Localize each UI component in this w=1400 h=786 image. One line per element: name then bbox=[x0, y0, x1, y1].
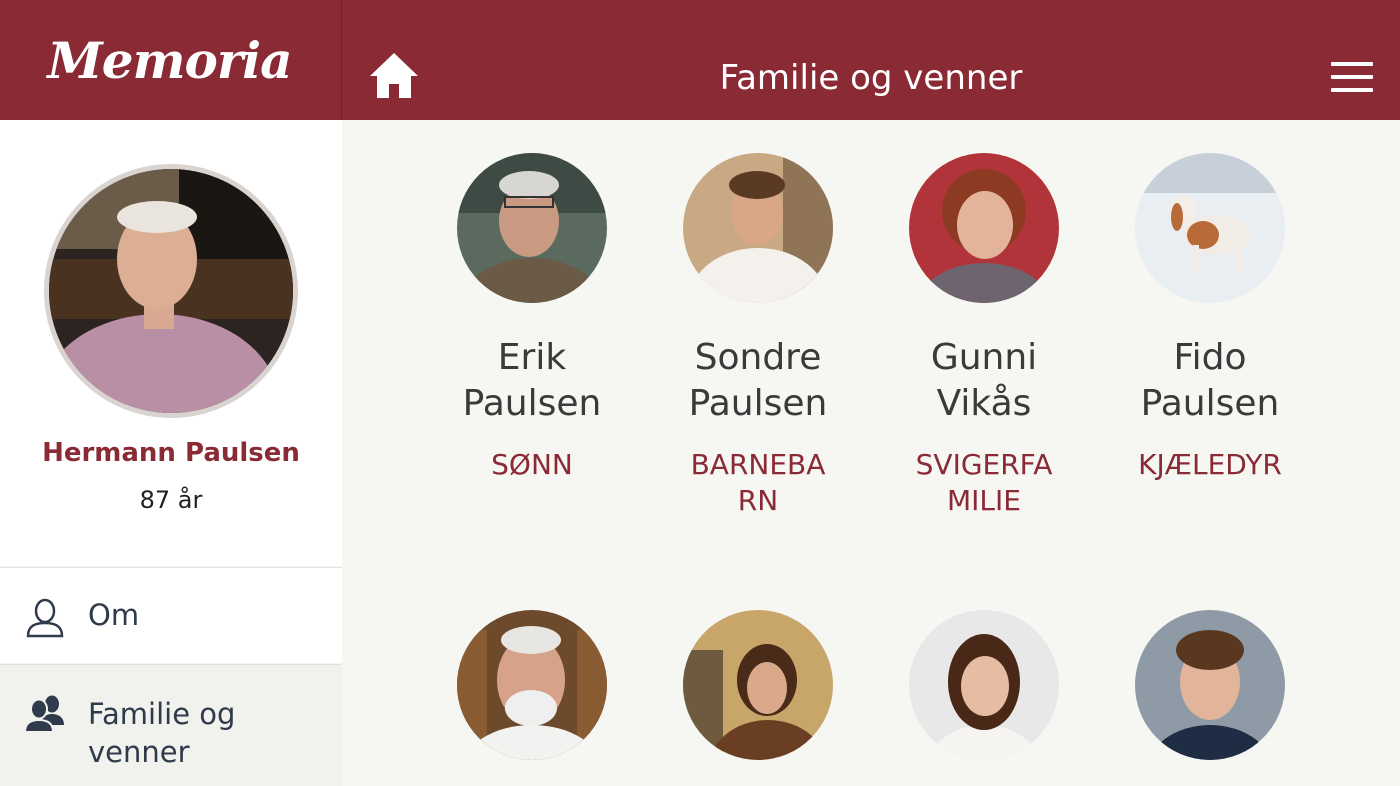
person-first-name: Gunni bbox=[930, 337, 1038, 378]
person-avatar[interactable] bbox=[683, 153, 833, 303]
memoria-logo: Memoria bbox=[47, 30, 292, 90]
person-card[interactable] bbox=[871, 610, 1097, 760]
person-card[interactable]: Sondre Paulsen BARNEBARN bbox=[645, 153, 871, 519]
profile-name: Hermann Paulsen bbox=[42, 438, 300, 468]
person-avatar[interactable] bbox=[457, 610, 607, 760]
profile-age: 87 år bbox=[139, 486, 203, 514]
person-name: Gunni Vikås bbox=[871, 335, 1097, 427]
person-name: Erik Paulsen bbox=[419, 335, 645, 427]
person-last-name: Paulsen bbox=[688, 383, 828, 424]
sidebar-item-label: Om bbox=[88, 598, 140, 632]
hamburger-icon-bar bbox=[1331, 75, 1373, 79]
person-first-name: Erik bbox=[497, 337, 567, 378]
person-icon bbox=[26, 598, 64, 638]
person-photo bbox=[1135, 610, 1285, 760]
menu-button[interactable] bbox=[1331, 62, 1373, 92]
person-card[interactable]: Gunni Vikås SVIGERFAMILIE bbox=[871, 153, 1097, 519]
person-photo bbox=[909, 610, 1059, 760]
profile-photo-image bbox=[49, 169, 293, 413]
person-avatar[interactable] bbox=[1135, 610, 1285, 760]
person-last-name: Paulsen bbox=[462, 383, 602, 424]
person-card[interactable]: Erik Paulsen SØNN bbox=[419, 153, 645, 483]
person-card[interactable] bbox=[645, 610, 871, 760]
person-photo bbox=[909, 153, 1059, 303]
hamburger-icon-bar bbox=[1331, 88, 1373, 92]
page-title: Familie og venner bbox=[719, 58, 1023, 98]
person-relation: SØNN bbox=[491, 448, 573, 481]
profile-card: Hermann Paulsen 87 år bbox=[0, 120, 342, 566]
sidebar: Hermann Paulsen 87 år Om Familie og venn… bbox=[0, 120, 342, 786]
person-relation: SVIGERFAMILIE bbox=[915, 448, 1053, 517]
person-card[interactable] bbox=[1097, 610, 1323, 760]
person-relation: KJÆLEDYR bbox=[1138, 448, 1282, 481]
person-photo bbox=[1135, 153, 1285, 303]
person-first-name: Fido bbox=[1173, 337, 1247, 378]
person-name: Fido Paulsen bbox=[1097, 335, 1323, 427]
person-photo bbox=[457, 153, 607, 303]
person-last-name: Vikås bbox=[936, 383, 1032, 424]
person-photo bbox=[683, 153, 833, 303]
person-relation: BARNEBARN bbox=[690, 448, 826, 517]
person-last-name: Paulsen bbox=[1140, 383, 1280, 424]
sidebar-item-label: Familie og venner bbox=[88, 697, 236, 769]
group-icon bbox=[24, 695, 64, 733]
person-name: Sondre Paulsen bbox=[645, 335, 871, 427]
person-card[interactable]: Fido Paulsen KJÆLEDYR bbox=[1097, 153, 1323, 483]
sidebar-item-om[interactable]: Om bbox=[0, 567, 342, 663]
person-avatar[interactable] bbox=[909, 153, 1059, 303]
person-photo bbox=[457, 610, 607, 760]
person-avatar[interactable] bbox=[909, 610, 1059, 760]
top-bar: Memoria Familie og venner bbox=[0, 0, 1400, 120]
hamburger-icon-bar bbox=[1331, 62, 1373, 66]
person-card[interactable] bbox=[419, 610, 645, 760]
profile-avatar[interactable] bbox=[44, 164, 298, 418]
person-first-name: Sondre bbox=[694, 337, 822, 378]
person-avatar[interactable] bbox=[1135, 153, 1285, 303]
person-photo bbox=[683, 610, 833, 760]
logo-area[interactable]: Memoria bbox=[0, 0, 342, 120]
sidebar-item-familie-og-venner[interactable]: Familie og venner bbox=[0, 664, 342, 786]
person-avatar[interactable] bbox=[683, 610, 833, 760]
person-avatar[interactable] bbox=[457, 153, 607, 303]
